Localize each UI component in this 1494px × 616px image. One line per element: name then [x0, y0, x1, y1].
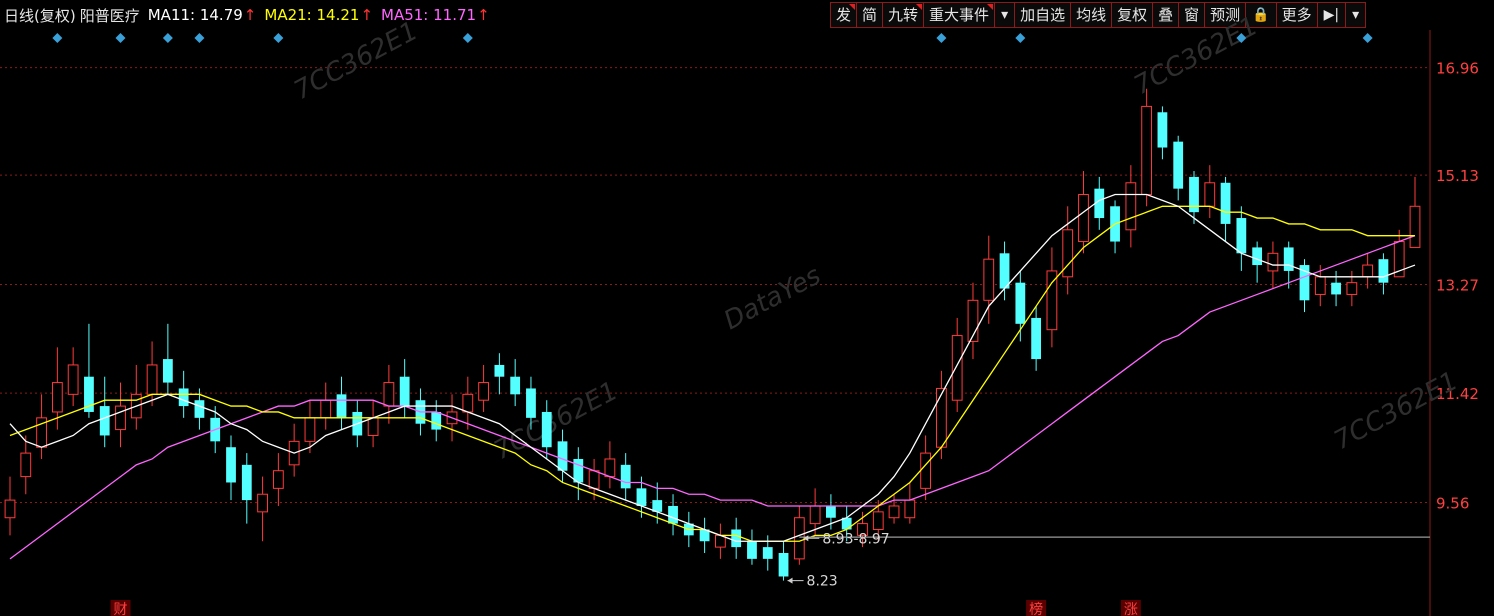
candle-body: [588, 470, 600, 489]
watermark: 7CC362E1: [489, 376, 623, 466]
marker-label: 榜: [1029, 601, 1043, 616]
event-diamond: [1362, 33, 1373, 43]
candle-body: [1015, 282, 1026, 324]
candle-body: [1252, 247, 1263, 266]
candle-body: [557, 441, 568, 471]
candle-body: [20, 452, 32, 478]
candle-body: [383, 382, 395, 407]
candle-body: [478, 382, 489, 401]
candle-body: [809, 505, 821, 525]
candle-body: [888, 505, 900, 519]
candle-body: [762, 547, 773, 559]
candle-body: [1267, 252, 1279, 272]
ma21-line: [9, 205, 1415, 542]
candle-body: [541, 411, 552, 448]
event-diamond: [936, 33, 947, 43]
candle-body: [526, 388, 536, 418]
candle-body: [336, 394, 347, 418]
candle-body: [67, 364, 79, 395]
candle-body: [1362, 264, 1374, 278]
y-tick-label: 13.27: [1436, 276, 1479, 294]
candle-body: [999, 253, 1010, 289]
candle-body: [1157, 112, 1168, 148]
candle-body: [399, 376, 410, 407]
event-diamond: [194, 33, 205, 43]
candle-body: [146, 364, 158, 395]
candle-body: [951, 335, 963, 401]
candle-body: [1378, 259, 1389, 283]
annotation-arrowhead: [787, 577, 793, 584]
candle-body: [1125, 182, 1137, 231]
y-tick-label: 16.96: [1436, 60, 1479, 78]
candle-body: [1173, 141, 1184, 189]
marker-label: 财: [114, 602, 128, 616]
watermark: 7CC362E1: [1129, 11, 1263, 101]
candle-body: [668, 505, 678, 524]
candle-body: [1346, 282, 1358, 295]
event-diamond: [162, 33, 173, 43]
candle-body: [731, 529, 742, 548]
candle-body: [793, 517, 805, 560]
candle-body: [510, 376, 521, 395]
candle-body: [1204, 182, 1216, 207]
watermark: 7CC362E1: [289, 16, 423, 106]
candle-body: [1283, 247, 1294, 271]
event-diamond: [115, 33, 126, 43]
ma11-line: [9, 193, 1416, 542]
candle-body: [636, 488, 647, 506]
marker-label: 涨: [1124, 602, 1138, 616]
candle-body: [1331, 282, 1341, 295]
candle-body: [115, 405, 126, 431]
watermark: DataYes: [719, 261, 825, 337]
candle-body: [178, 388, 189, 407]
annotation-label: 8.93-8.97: [822, 531, 889, 547]
annotation-label: 8.23: [807, 574, 838, 590]
candle-body: [1031, 317, 1042, 360]
candlestick-chart: 16.9615.1313.2711.429.567CC362E17CC362E1…: [0, 11, 1479, 616]
candle-body: [241, 464, 252, 501]
candle-body: [1078, 194, 1089, 243]
candle-body: [747, 541, 757, 559]
candle-body: [4, 499, 16, 519]
candle-body: [1314, 276, 1326, 295]
y-tick-label: 9.56: [1436, 494, 1469, 512]
candle-body: [1220, 182, 1231, 224]
candle-body: [872, 511, 884, 530]
candle-body: [1141, 105, 1153, 196]
candle-body: [573, 458, 584, 483]
candle-body: [904, 499, 916, 519]
event-diamond: [52, 33, 63, 43]
candle-body: [257, 493, 268, 513]
candle-body: [604, 458, 616, 478]
y-tick-label: 15.13: [1436, 167, 1479, 185]
event-diamond: [462, 33, 473, 43]
candle-body: [272, 470, 284, 489]
candle-body: [162, 359, 173, 383]
candle-body: [936, 387, 947, 448]
event-diamond: [1015, 33, 1026, 43]
candle-body: [194, 400, 205, 418]
candle-body: [431, 411, 442, 430]
candle-body: [99, 406, 110, 436]
event-diamond: [273, 33, 284, 43]
candle-body: [1236, 218, 1247, 254]
candle-body: [920, 452, 932, 489]
candle-body: [51, 382, 63, 413]
candle-body: [983, 258, 995, 301]
candle-body: [826, 505, 836, 518]
candle-body: [367, 417, 379, 436]
candle-body: [462, 393, 474, 413]
candle-body: [304, 417, 316, 442]
candle-body: [494, 364, 505, 377]
candle-body: [320, 399, 332, 419]
candle-body: [778, 552, 789, 577]
candle-body: [1409, 205, 1421, 248]
candle-body: [226, 447, 236, 483]
watermark: 7CC362E1: [1329, 366, 1463, 456]
candle-body: [620, 464, 631, 489]
